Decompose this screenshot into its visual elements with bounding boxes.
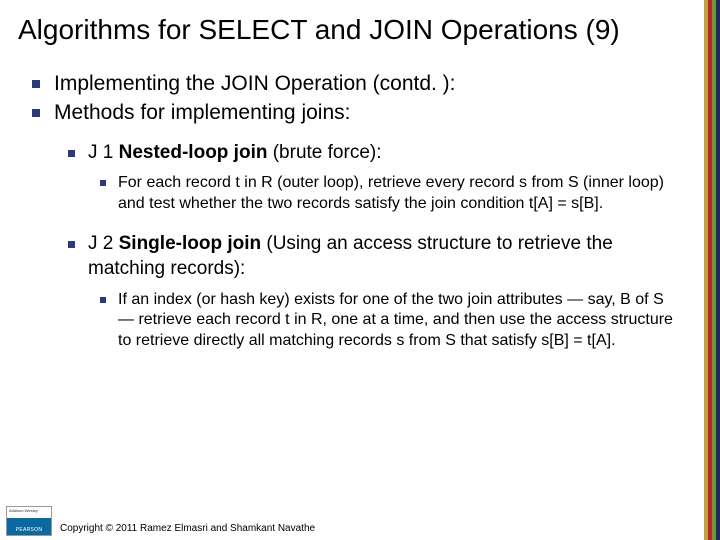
accent-stripe-red	[708, 0, 712, 540]
method-label: J 2	[88, 233, 119, 254]
slide-title: Algorithms for SELECT and JOIN Operation…	[18, 14, 684, 46]
detail-text: If an index (or hash key) exists for one…	[118, 291, 673, 349]
method-title: Nested-loop join	[119, 142, 268, 163]
method-title: Single-loop join	[119, 233, 261, 254]
bullet-implementing-join: Implementing the JOIN Operation (contd. …	[18, 70, 684, 97]
method-detail-list: If an index (or hash key) exists for one…	[88, 290, 684, 351]
accent-stripe-navy	[716, 0, 720, 540]
detail-text: For each record t in R (outer loop), ret…	[118, 174, 664, 211]
method-detail-list: For each record t in R (outer loop), ret…	[88, 173, 684, 214]
accent-stripe-green	[712, 0, 716, 540]
bullet-methods: Methods for implementing joins: J 1 Nest…	[18, 99, 684, 351]
method-paren: (brute force):	[267, 142, 381, 163]
method-j2: J 2 Single-loop join (Using an access st…	[54, 232, 684, 351]
method-j1: J 1 Nested-loop join (brute force): For …	[54, 141, 684, 215]
accent-stripe-gold	[704, 0, 708, 540]
bullet-text: Methods for implementing joins:	[54, 101, 350, 124]
method-j2-detail: If an index (or hash key) exists for one…	[88, 290, 684, 351]
method-j1-detail: For each record t in R (outer loop), ret…	[88, 173, 684, 214]
methods-list: J 1 Nested-loop join (brute force): For …	[54, 141, 684, 351]
bullet-text: Implementing the JOIN Operation (contd. …	[54, 72, 456, 95]
method-label: J 1	[88, 142, 119, 163]
copyright-footer: Copyright © 2011 Ramez Elmasri and Shamk…	[0, 523, 704, 534]
slide-body: Algorithms for SELECT and JOIN Operation…	[0, 0, 704, 540]
bullet-list: Implementing the JOIN Operation (contd. …	[18, 70, 684, 351]
